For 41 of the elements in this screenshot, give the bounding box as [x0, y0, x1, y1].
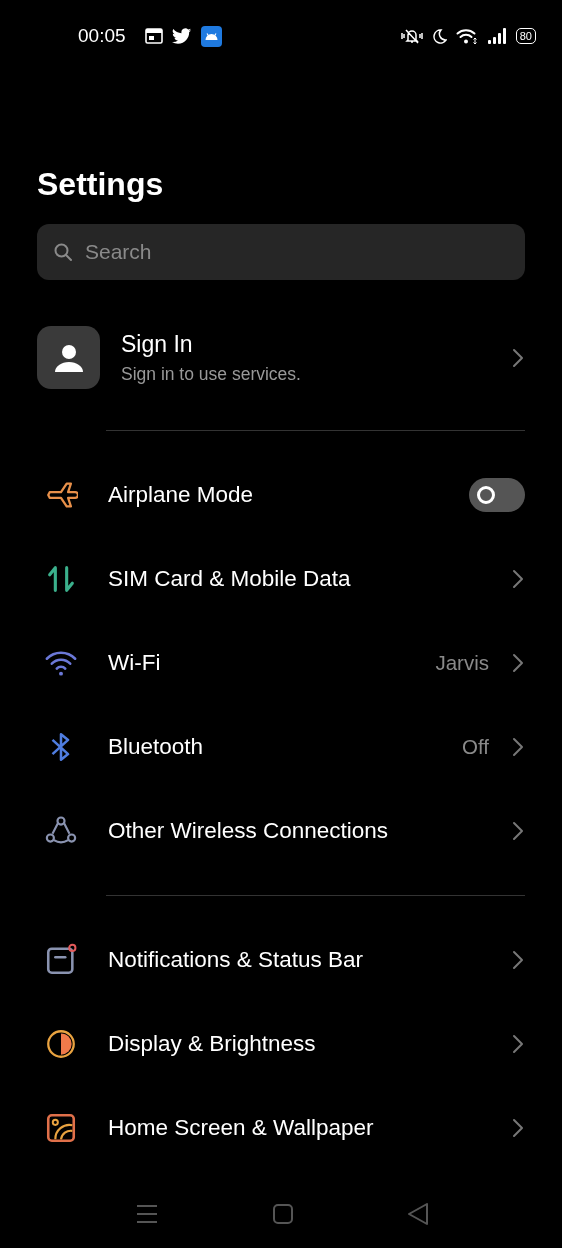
chevron-icon [511, 652, 525, 674]
setting-label[interactable]: Airplane Mode [108, 482, 469, 508]
wallpaper-icon [44, 1111, 78, 1145]
wifi-signal-icon [455, 27, 478, 45]
chevron-icon [511, 949, 525, 971]
setting-label[interactable]: Home Screen & Wallpaper [108, 1115, 511, 1141]
chevron-icon [511, 568, 525, 590]
person-silhouette-icon [53, 343, 84, 372]
setting-label[interactable]: SIM Card & Mobile Data [108, 566, 511, 592]
notification-panel-icon [44, 943, 78, 977]
setting-label[interactable]: Wi-Fi [108, 650, 436, 676]
brightness-icon [44, 1027, 78, 1061]
setting-label[interactable]: Other Wireless Connections [108, 818, 511, 844]
chevron-icon [511, 736, 525, 758]
calendar-icon [144, 28, 163, 44]
cellular-signal-icon [486, 28, 507, 44]
home-icon[interactable] [272, 1204, 293, 1224]
bird-icon [171, 27, 192, 45]
setting-label[interactable]: Bluetooth [108, 734, 463, 760]
setting-label[interactable]: Display & Brightness [108, 1031, 511, 1057]
chevron-icon [511, 1117, 525, 1139]
sign-in-title[interactable]: Sign In [121, 330, 511, 358]
page-title: Settings [37, 166, 165, 202]
search-field[interactable]: Search [37, 224, 525, 280]
setting-value: Jarvis [435, 651, 489, 675]
muted-bell-icon [399, 28, 424, 44]
toggle-switch[interactable] [469, 478, 525, 512]
menu-icon[interactable] [136, 1204, 158, 1224]
chevron-icon [511, 346, 525, 369]
sign-in-subtitle: Sign in to use services. [121, 363, 302, 385]
moon-icon [432, 28, 447, 44]
avatar[interactable] [37, 326, 100, 389]
search-icon [53, 242, 73, 262]
back-icon[interactable] [407, 1203, 429, 1225]
clock: 00:05 [78, 25, 126, 47]
setting-label[interactable]: Notifications & Status Bar [108, 947, 511, 973]
setting-value: Off [462, 735, 489, 759]
android-app-icon [200, 25, 222, 47]
battery-level: 80 [515, 28, 536, 44]
chevron-icon [511, 820, 525, 842]
chevron-icon [511, 1033, 525, 1055]
